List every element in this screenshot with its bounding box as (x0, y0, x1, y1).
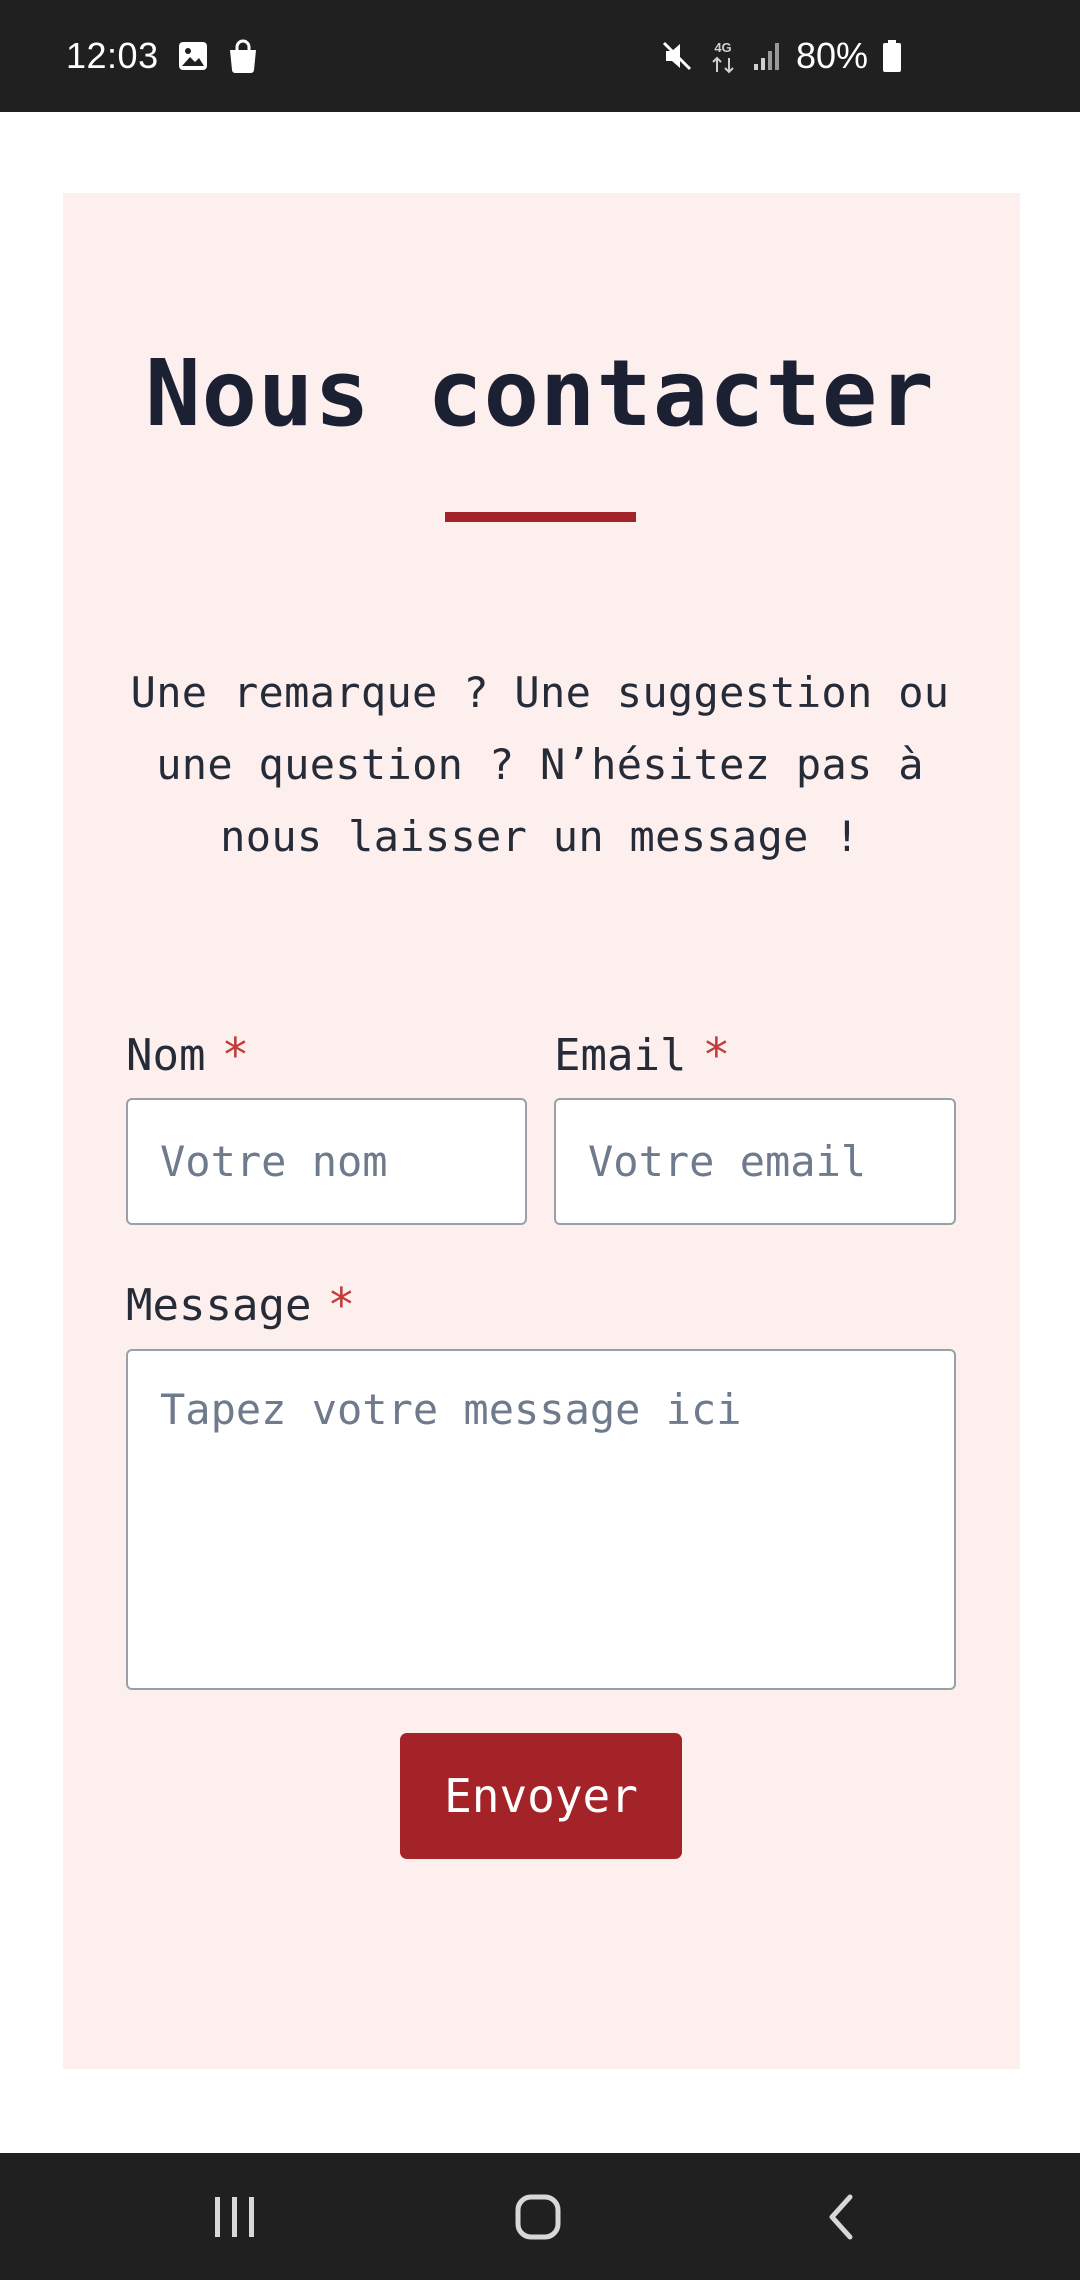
mute-icon (660, 39, 694, 73)
name-input[interactable] (126, 1098, 527, 1225)
battery-icon (882, 39, 902, 73)
required-marker: * (221, 1028, 250, 1082)
image-icon (177, 40, 209, 72)
required-marker: * (327, 1278, 356, 1332)
back-button[interactable] (770, 2153, 910, 2280)
status-bar-left: 12:03 (66, 0, 259, 112)
name-label-text: Nom (126, 1029, 206, 1081)
navigation-bar (0, 2153, 1080, 2280)
4g-data-icon: 4G (708, 38, 738, 74)
page-title: Nous contacter (145, 340, 935, 447)
signal-icon (752, 40, 782, 72)
message-label-text: Message (126, 1279, 312, 1331)
email-label: Email * (554, 1028, 730, 1082)
back-icon (824, 2193, 856, 2241)
submit-button[interactable]: Envoyer (400, 1733, 682, 1859)
email-label-text: Email (554, 1029, 687, 1081)
battery-percentage: 80% (795, 35, 868, 76)
status-time: 12:03 (66, 35, 159, 76)
message-label: Message * (126, 1278, 355, 1332)
status-bar: 12:03 4G 80% (0, 0, 1080, 112)
name-label: Nom * (126, 1028, 249, 1082)
intro-text: Une remarque ? Une suggestion ou une que… (130, 668, 950, 861)
home-button[interactable] (468, 2153, 608, 2280)
home-icon (514, 2193, 562, 2241)
message-textarea[interactable] (126, 1349, 956, 1690)
svg-text:4G: 4G (714, 40, 731, 55)
title-divider (445, 512, 636, 522)
recent-apps-icon (212, 2195, 258, 2239)
shopping-bag-icon (227, 39, 259, 73)
required-marker: * (702, 1028, 731, 1082)
email-input[interactable] (554, 1098, 956, 1225)
recent-apps-button[interactable] (165, 2153, 305, 2280)
status-bar-right: 4G 80% (660, 0, 902, 112)
